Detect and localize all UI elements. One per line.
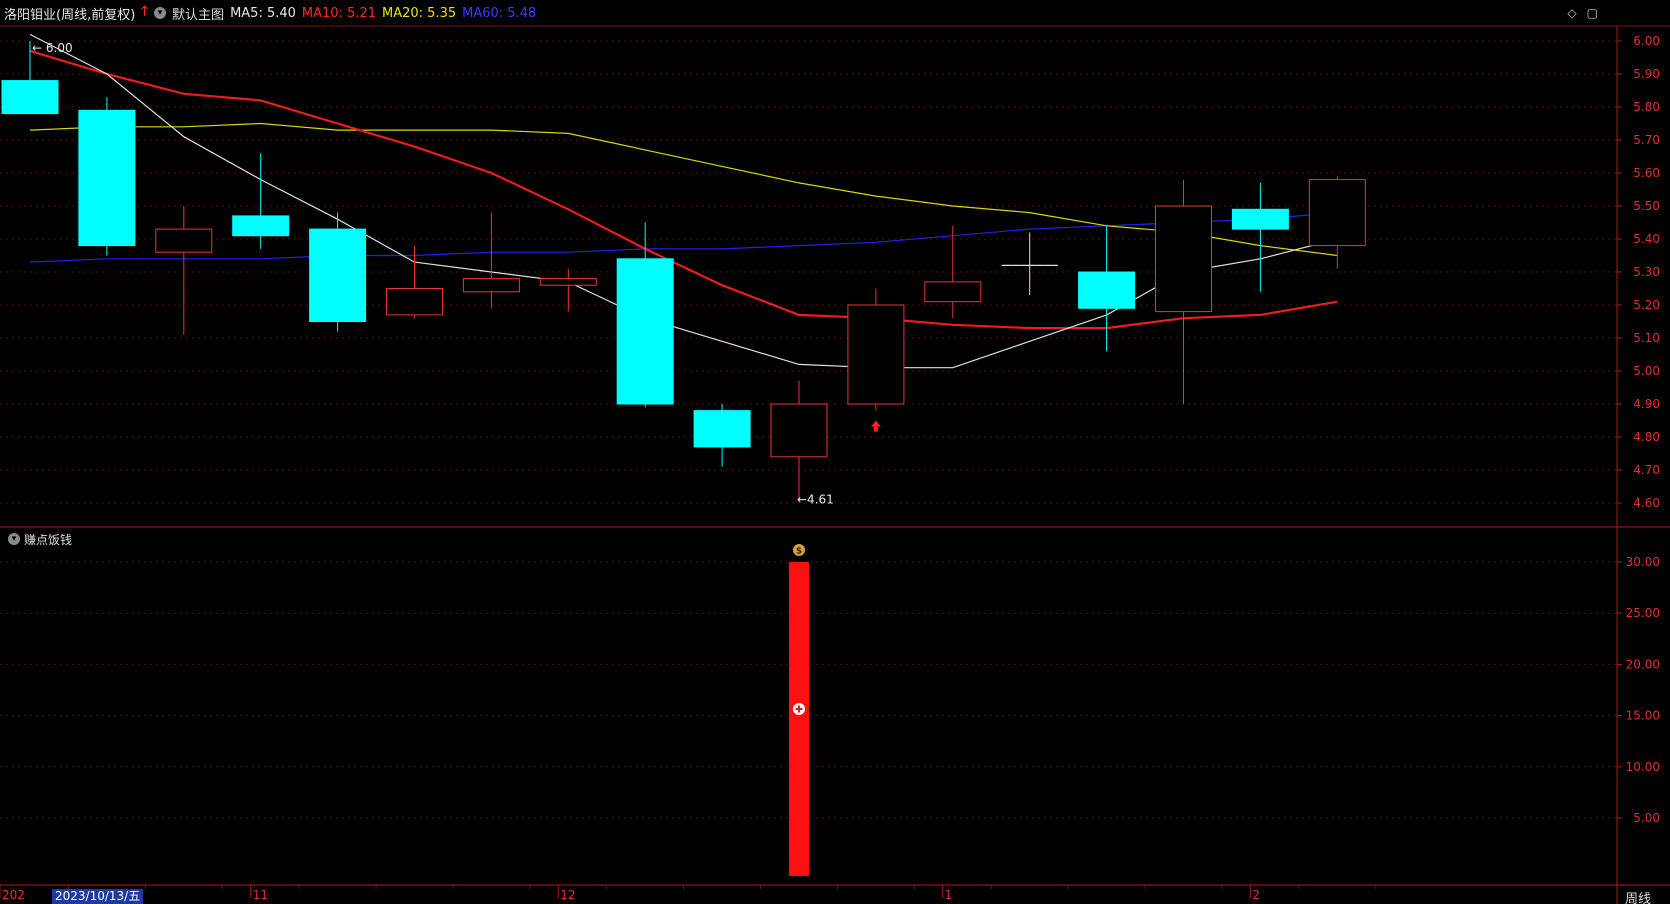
high-price-label: ← 6.00 xyxy=(32,41,73,55)
y-tick-label: 5.60 xyxy=(1633,166,1660,180)
candle-body xyxy=(155,228,213,253)
candle-body xyxy=(616,258,674,405)
candle xyxy=(847,288,905,411)
y-tick-label: 5.20 xyxy=(1633,298,1660,312)
x-tick-label: 11 xyxy=(253,888,268,902)
candle-body xyxy=(1231,208,1289,230)
candle xyxy=(693,404,751,467)
y-tick-label: 6.00 xyxy=(1633,34,1660,48)
ma-lines xyxy=(29,33,1338,369)
y-tick-label: 15.00 xyxy=(1626,709,1660,723)
buy-signal-arrow-icon xyxy=(870,420,881,432)
candle-body xyxy=(462,278,520,293)
candles xyxy=(1,41,1366,500)
candle xyxy=(539,268,597,312)
y-tick-label: 5.00 xyxy=(1633,364,1660,378)
candle xyxy=(462,212,520,309)
y-tick-label: 4.90 xyxy=(1633,397,1660,411)
candle-body xyxy=(1078,271,1136,309)
candle-body xyxy=(924,281,982,303)
stock-chart-window: 洛阳钼业(周线,前复权) 🡑 ▾ 默认主图 MA5: 5.40 MA10: 5.… xyxy=(0,0,1670,904)
candle xyxy=(232,153,290,249)
sub-chart-header: ▾ 赚点饭钱 xyxy=(4,530,72,548)
x-axis: 202 11 12 1 2 xyxy=(0,885,1377,902)
candle xyxy=(1308,176,1366,269)
y-tick-label: 5.30 xyxy=(1633,265,1660,279)
candle xyxy=(1001,232,1058,296)
indicator: $ xyxy=(789,544,809,876)
ma5-line xyxy=(29,33,1338,369)
candle xyxy=(1078,225,1136,352)
candle xyxy=(78,97,136,256)
x-tick-label: 202 xyxy=(2,888,25,902)
candle xyxy=(1155,179,1212,404)
candle-body xyxy=(539,278,597,286)
y-tick-label: 4.80 xyxy=(1633,430,1660,444)
y-tick-label: 30.00 xyxy=(1626,555,1660,569)
candle-body xyxy=(693,410,751,448)
candle-body xyxy=(232,215,290,237)
candle-body xyxy=(1308,179,1366,247)
y-tick-label: 5.00 xyxy=(1633,811,1660,825)
x-tick-label: 1 xyxy=(945,888,953,902)
candle-body xyxy=(770,403,828,458)
candle-body xyxy=(847,304,905,405)
y-tick-label: 4.60 xyxy=(1633,496,1660,510)
chevron-down-icon[interactable]: ▾ xyxy=(8,533,20,545)
y-tick-label: 5.80 xyxy=(1633,100,1660,114)
indicator-bar xyxy=(789,562,809,876)
y-tick-label: 10.00 xyxy=(1626,760,1660,774)
x-tick-label: 12 xyxy=(560,888,575,902)
candle-body xyxy=(309,228,367,323)
period-label[interactable]: 周线 xyxy=(1625,888,1651,904)
y-tick-label: 25.00 xyxy=(1626,606,1660,620)
low-price-label: ←4.61 xyxy=(797,493,834,507)
chart-canvas[interactable]: 6.00 5.90 5.80 5.70 5.60 5.50 5.40 5.30 5.20 5.10… xyxy=(0,0,1670,904)
ma20-line xyxy=(29,122,1338,257)
y-tick-label: 4.70 xyxy=(1633,463,1660,477)
candle-body xyxy=(78,109,136,247)
candle xyxy=(770,380,828,500)
candle-body xyxy=(386,288,443,316)
sub-y-axis: 30.00 25.00 20.00 15.00 10.00 5.00 xyxy=(1617,555,1660,825)
candle-body xyxy=(1155,205,1212,313)
indicator-title[interactable]: 赚点饭钱 xyxy=(24,531,72,548)
candle xyxy=(1231,182,1289,292)
y-tick-label: 5.10 xyxy=(1633,331,1660,345)
y-tick-label: 5.70 xyxy=(1633,133,1660,147)
candle xyxy=(155,206,213,335)
ma60-line xyxy=(29,212,1338,263)
y-tick-label: 5.50 xyxy=(1633,199,1660,213)
ma10-line xyxy=(29,49,1338,330)
y-tick-label: 20.00 xyxy=(1626,657,1660,671)
money-bag-icon-glyph: $ xyxy=(796,547,802,557)
candle xyxy=(309,212,367,332)
candle-body xyxy=(1,80,59,115)
date-cursor-label: 2023/10/13/五 xyxy=(52,889,144,904)
x-tick-label: 2 xyxy=(1252,888,1260,902)
main-y-axis: 6.00 5.90 5.80 5.70 5.60 5.50 5.40 5.30 5.20 5.10… xyxy=(1617,34,1660,510)
y-tick-label: 5.40 xyxy=(1633,232,1660,246)
y-tick-label: 5.90 xyxy=(1633,67,1660,81)
candle xyxy=(386,245,443,319)
